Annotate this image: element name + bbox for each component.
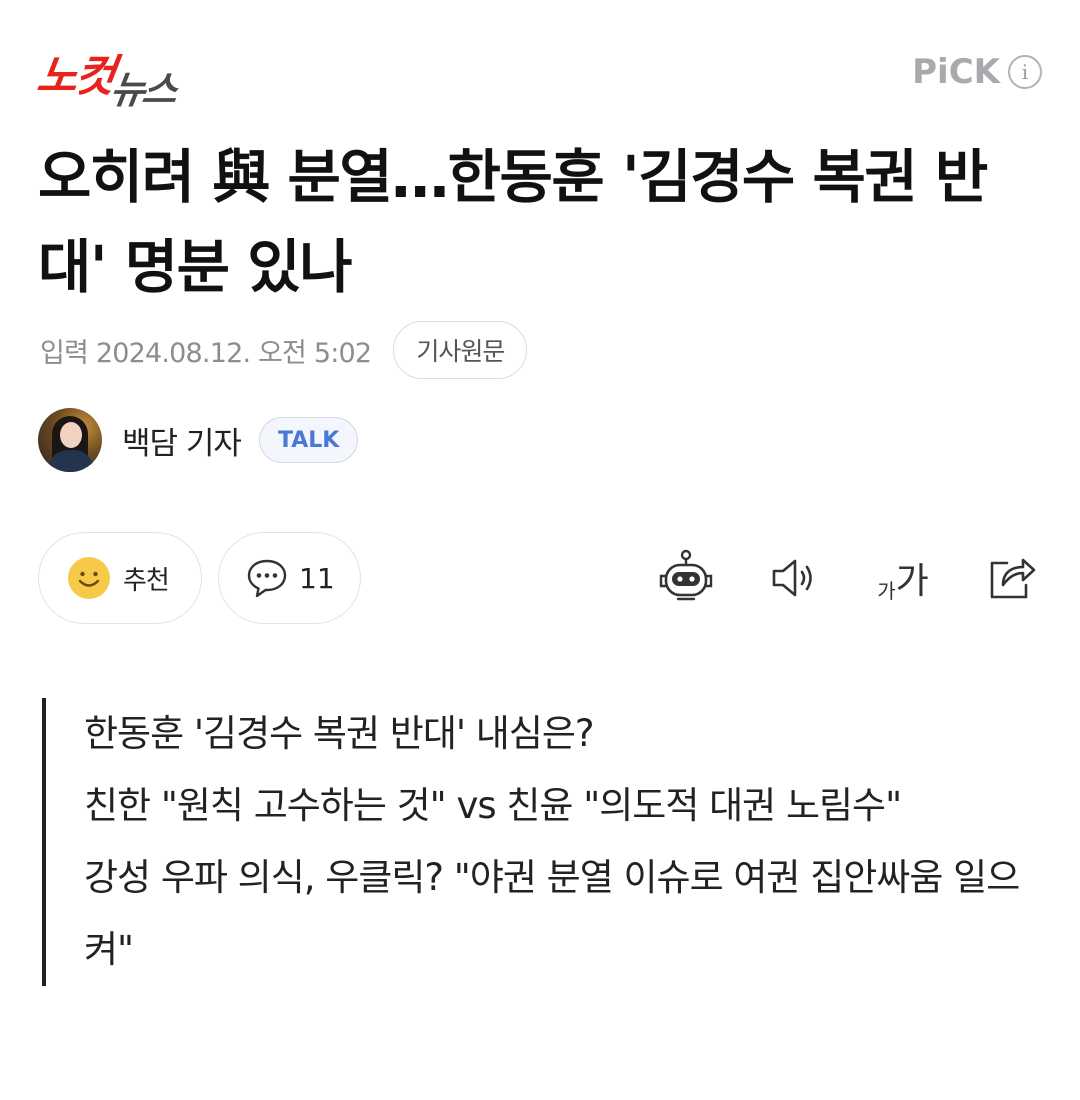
- pick-badge[interactable]: PiCK i: [912, 52, 1042, 92]
- smile-icon: [68, 557, 110, 599]
- logo-text-part2: 뉴스: [107, 68, 178, 112]
- reporter-name[interactable]: 백담 기자: [122, 418, 242, 463]
- font-size-icon: 가가: [877, 552, 929, 604]
- nocut-news-logo[interactable]: 노컷뉴스: [34, 40, 178, 112]
- robot-summary-icon: [659, 549, 713, 601]
- comment-bubble-icon: [247, 559, 287, 598]
- article-title: 오히려 與 분열…한동훈 '김경수 복권 반대' 명분 있나: [38, 143, 988, 301]
- font-size-button[interactable]: 가가: [868, 548, 938, 608]
- recommend-label: 추천: [123, 565, 170, 596]
- input-date: 입력 2024.08.12. 오전 5:02: [40, 337, 372, 369]
- pick-label: PiCK: [912, 52, 1000, 92]
- comment-count: 11: [299, 561, 335, 595]
- article-meta: 입력 2024.08.12. 오전 5:02 기사원문: [40, 320, 528, 380]
- comment-button[interactable]: 11: [218, 532, 361, 624]
- recommend-button[interactable]: 추천: [38, 532, 202, 624]
- summary-line: 친한 "원칙 고수하는 것" vs 친윤 "의도적 대권 노림수": [84, 784, 902, 827]
- ai-summary-button[interactable]: [654, 548, 718, 608]
- original-article-button[interactable]: 기사원문: [393, 321, 528, 379]
- info-icon[interactable]: i: [1008, 55, 1042, 89]
- article-summary: 한동훈 '김경수 복권 반대' 내심은? 친한 "원칙 고수하는 것" vs 친…: [42, 698, 1032, 986]
- action-bar: 추천 11 가가: [38, 532, 1042, 626]
- reporter-info: 백담 기자 TALK: [38, 408, 359, 472]
- share-icon: [990, 558, 1036, 599]
- text-to-speech-button[interactable]: [764, 548, 824, 608]
- talk-button[interactable]: TALK: [258, 417, 359, 463]
- avatar-face: [60, 422, 82, 448]
- reporter-avatar[interactable]: [38, 408, 102, 472]
- summary-line: 한동훈 '김경수 복권 반대' 내심은?: [84, 712, 595, 755]
- summary-line: 강성 우파 의식, 우클릭? "야권 분열 이슈로 여권 집안싸움 일으켜": [84, 856, 1020, 971]
- logo-text-part1: 노컷: [33, 51, 116, 102]
- speaker-icon: [772, 559, 812, 597]
- font-size-big-label: 가: [895, 561, 929, 602]
- header: 노컷뉴스 PiCK i: [34, 36, 1042, 112]
- share-button[interactable]: [982, 548, 1042, 608]
- font-size-small-label: 가: [877, 579, 896, 603]
